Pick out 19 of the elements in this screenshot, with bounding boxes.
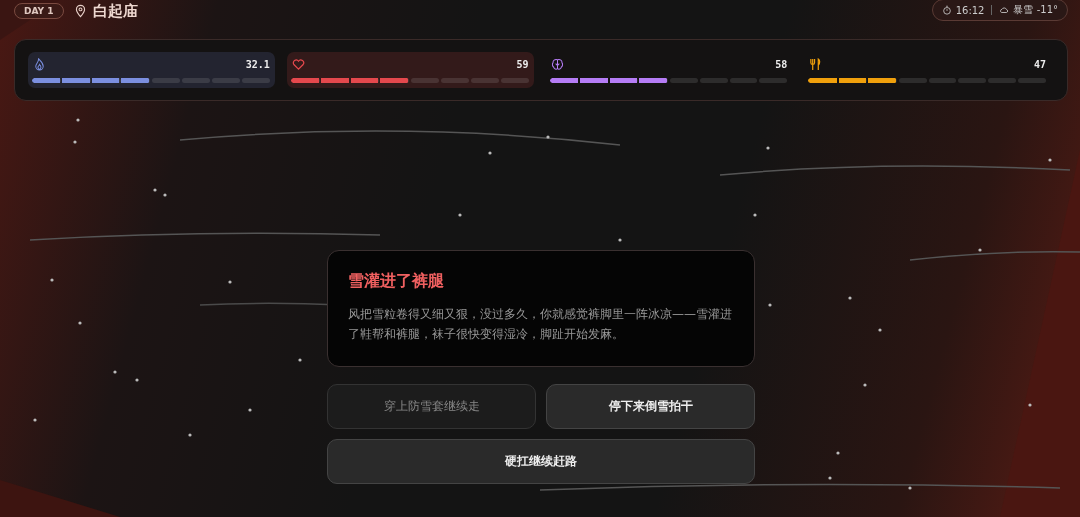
stat-value: 47 <box>1033 58 1046 70</box>
stat-value: 32.1 <box>245 58 270 70</box>
flame-icon <box>33 57 46 71</box>
heart-icon <box>291 57 305 71</box>
stopwatch-icon <box>941 5 952 15</box>
choice-button[interactable]: 硬扛继续赶路 <box>327 439 755 484</box>
day-badge: DAY 1 <box>14 3 64 19</box>
brain-icon <box>550 57 564 71</box>
time-text: 16:12 <box>955 4 985 16</box>
location-name: 白起庙 <box>92 1 138 21</box>
choice-button[interactable]: 停下来倒雪拍干 <box>546 384 755 429</box>
fork-knife-icon <box>809 57 823 71</box>
location-pin-icon <box>73 4 87 18</box>
event-title: 雪灌进了裤腿 <box>348 271 445 292</box>
cloud-icon <box>999 5 1010 15</box>
event-text: 风把雪粒卷得又细又狠，没过多久，你就感觉裤脚里一阵冰凉——雪灌进了鞋帮和裤腿，袜子很快变得湿冷，脚趾开始发麻。 <box>348 306 733 343</box>
stat-value: 59 <box>516 58 529 70</box>
weather-text: 暴雪 -11° <box>1013 3 1058 17</box>
stat-value: 58 <box>775 58 788 70</box>
